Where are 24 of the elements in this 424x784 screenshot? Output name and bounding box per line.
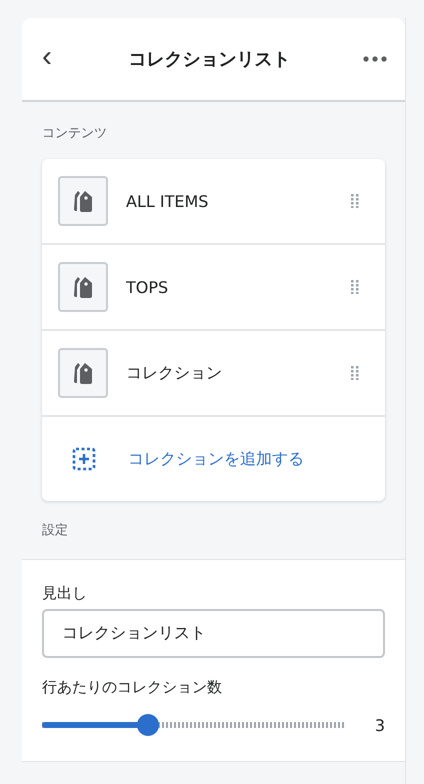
- slider-value: 3: [374, 716, 385, 734]
- field-label: 行あたりのコレクション数: [42, 678, 223, 697]
- field-label: 見出し: [42, 584, 88, 603]
- collection-item[interactable]: TOPS: [42, 245, 385, 331]
- drag-handle-icon[interactable]: [351, 366, 359, 380]
- heading-input-field[interactable]: コレクションリスト: [42, 609, 385, 658]
- tag-icon: [72, 275, 94, 299]
- collection-name: ALL ITEMS: [126, 192, 210, 210]
- panel-title: コレクションリスト: [128, 48, 292, 71]
- collection-name: TOPS: [126, 278, 170, 296]
- collection-item[interactable]: ALL ITEMS: [42, 159, 385, 245]
- drag-handle-icon[interactable]: [351, 194, 359, 208]
- tag-icon: [72, 361, 94, 385]
- add-collection-button[interactable]: コレクションを追加する: [42, 417, 385, 501]
- section-label: 設定: [42, 523, 68, 538]
- slider-thumb[interactable]: [137, 714, 160, 736]
- drag-handle-icon[interactable]: [351, 280, 359, 294]
- back-button[interactable]: ‹: [38, 42, 56, 72]
- tag-icon: [72, 189, 94, 213]
- collection-name: コレクション: [126, 362, 223, 384]
- add-icon: [72, 447, 96, 471]
- section-label: コンテンツ: [42, 126, 107, 141]
- collection-item[interactable]: コレクション: [42, 331, 385, 417]
- more-icon: [363, 56, 387, 62]
